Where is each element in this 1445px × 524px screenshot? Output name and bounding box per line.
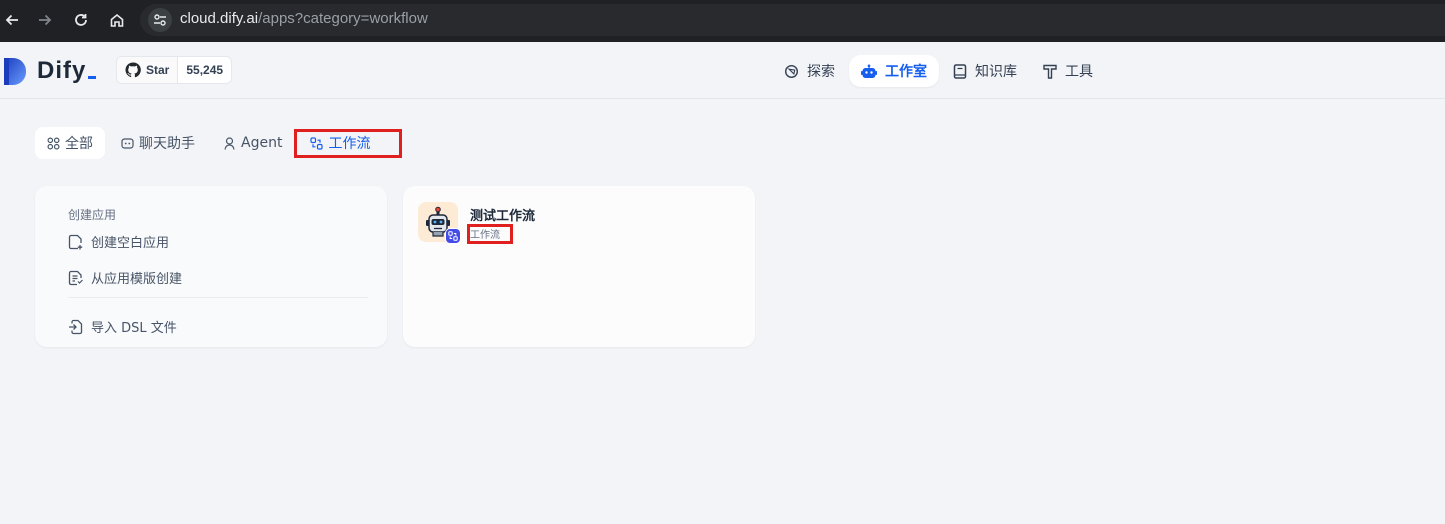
github-star-text: Star	[146, 63, 170, 77]
browser-toolbar: cloud.dify.ai/apps?category=workflow	[0, 0, 1445, 42]
tab-chatbot[interactable]: 聊天助手	[109, 127, 207, 159]
address-bar[interactable]: cloud.dify.ai/apps?category=workflow	[140, 4, 1445, 36]
nav-tools-label: 工具	[1065, 64, 1093, 80]
github-star-button[interactable]: Star 55,245	[116, 56, 233, 84]
create-blank-app-button[interactable]: 创建空白应用	[68, 232, 169, 251]
tab-workflow-label: 工作流	[328, 136, 371, 152]
robot-icon	[861, 64, 877, 79]
tab-all[interactable]: 全部	[35, 127, 105, 159]
tab-agent[interactable]: Agent	[211, 127, 294, 159]
workflow-icon	[310, 136, 324, 150]
import-dsl-button[interactable]: 导入 DSL 文件	[68, 317, 177, 336]
nav-explore[interactable]: 探索	[772, 55, 847, 87]
book-icon	[953, 63, 967, 79]
url-host: cloud.dify.ai	[180, 10, 259, 27]
github-star-label: Star	[117, 57, 179, 83]
home-icon[interactable]	[105, 8, 129, 32]
nav-tools[interactable]: 工具	[1031, 55, 1105, 87]
nav-knowledge-label: 知识库	[975, 64, 1017, 80]
app-header: Dify Star 55,245 探索 工作室 知识库 工具	[0, 42, 1445, 99]
main-nav: 探索 工作室 知识库 工具	[772, 55, 1107, 87]
dify-logo[interactable]: Dify	[4, 57, 97, 85]
category-tabs: 全部 聊天助手 Agent 工作流	[35, 127, 386, 159]
tab-agent-label: Agent	[241, 135, 283, 151]
logo-text: Dify	[37, 57, 97, 85]
arrow-right-icon[interactable]	[33, 8, 57, 32]
workflow-badge-icon	[445, 228, 461, 244]
site-info-icon[interactable]	[148, 8, 172, 32]
import-dsl-label: 导入 DSL 文件	[91, 321, 177, 336]
app-card[interactable]: 测试工作流 工作流	[403, 186, 755, 347]
app-name: 测试工作流	[470, 209, 536, 224]
file-plus-icon	[68, 234, 83, 250]
github-icon	[125, 62, 141, 78]
url-path: /apps?category=workflow	[258, 10, 428, 27]
url-text: cloud.dify.ai/apps?category=workflow	[180, 10, 428, 27]
reload-icon[interactable]	[69, 8, 93, 32]
create-from-template-button[interactable]: 从应用模版创建	[68, 268, 182, 287]
grid-icon	[47, 136, 60, 150]
hammer-icon	[1043, 64, 1057, 79]
nav-studio[interactable]: 工作室	[849, 55, 939, 87]
tab-all-label: 全部	[65, 136, 93, 152]
nav-studio-label: 工作室	[885, 64, 927, 80]
create-app-title: 创建应用	[68, 208, 117, 222]
create-app-card: 创建应用 创建空白应用 从应用模版创建 导入 DSL 文件	[35, 186, 387, 347]
tab-chatbot-label: 聊天助手	[139, 136, 195, 152]
agent-icon	[223, 136, 236, 150]
nav-knowledge[interactable]: 知识库	[941, 55, 1029, 87]
create-blank-app-label: 创建空白应用	[91, 236, 170, 251]
tab-workflow[interactable]: 工作流	[298, 127, 382, 159]
github-star-count: 55,245	[186, 63, 224, 77]
file-template-icon	[68, 270, 83, 286]
chat-bot-icon	[121, 137, 134, 150]
compass-icon	[784, 64, 799, 79]
create-from-template-label: 从应用模版创建	[91, 272, 183, 287]
file-import-icon	[68, 319, 83, 335]
arrow-left-icon[interactable]	[0, 8, 24, 32]
create-card-divider	[68, 297, 368, 298]
dify-logo-icon	[4, 57, 29, 85]
nav-explore-label: 探索	[807, 64, 835, 80]
app-type-label: 工作流	[470, 230, 500, 241]
